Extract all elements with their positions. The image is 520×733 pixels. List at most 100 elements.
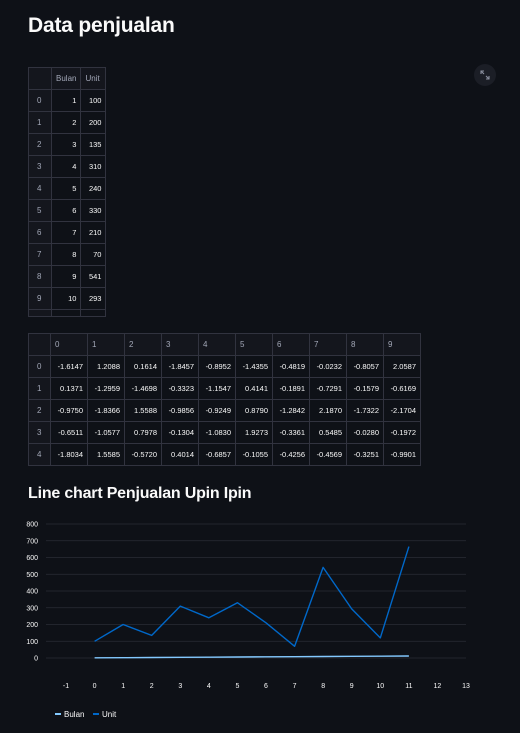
legend-label[interactable]: Unit xyxy=(102,710,117,719)
cell-bulan[interactable]: 7 xyxy=(50,221,82,244)
table-cell[interactable]: 1.5585 xyxy=(87,443,125,466)
table-cell[interactable]: 1.9273 xyxy=(235,421,273,444)
table-row[interactable]: 4 -1.8034 1.5585 -0.5720 0.4014 -0.6857 -0.105… xyxy=(28,443,421,466)
table-row[interactable]: 9 10 293 xyxy=(28,287,107,310)
cell-bulan[interactable]: 4 xyxy=(50,155,82,178)
column-header[interactable]: 5 xyxy=(235,333,273,356)
column-header[interactable]: 4 xyxy=(198,333,236,356)
table-row[interactable]: 8 9 541 xyxy=(28,265,107,288)
table-cell[interactable]: -0.3361 xyxy=(272,421,310,444)
table-cell[interactable]: -0.7291 xyxy=(309,377,347,400)
table-row[interactable]: 0 -1.6147 1.2088 0.1614 -1.8457 -0.8952 -1.435… xyxy=(28,355,421,378)
table-cell[interactable]: -1.8034 xyxy=(50,443,88,466)
table-row[interactable]: 5 6 330 xyxy=(28,199,107,222)
table-cell[interactable]: 0.7978 xyxy=(124,421,162,444)
cell-bulan[interactable]: 10 xyxy=(50,287,82,310)
table-cell[interactable]: -1.0577 xyxy=(87,421,125,444)
column-header[interactable]: 8 xyxy=(346,333,384,356)
table-cell[interactable]: -0.9750 xyxy=(50,399,88,422)
table-cell[interactable]: 1.5588 xyxy=(124,399,162,422)
table-cell[interactable]: -0.3251 xyxy=(346,443,384,466)
table-cell[interactable]: -0.1579 xyxy=(346,377,384,400)
cell-bulan[interactable]: 9 xyxy=(50,265,82,288)
table-cell[interactable]: -0.9901 xyxy=(383,443,421,466)
column-header[interactable]: 6 xyxy=(272,333,310,356)
table-cell[interactable]: -0.4819 xyxy=(272,355,310,378)
table-cell[interactable]: -0.9249 xyxy=(198,399,236,422)
legend-label[interactable]: Bulan xyxy=(64,710,84,719)
table-row[interactable]: 0 1 100 xyxy=(28,89,107,112)
cell-unit[interactable]: 541 xyxy=(80,265,107,288)
cell-unit[interactable]: 240 xyxy=(80,177,107,200)
table-cell[interactable]: -0.1891 xyxy=(272,377,310,400)
table-cell[interactable]: 0.1614 xyxy=(124,355,162,378)
column-header[interactable] xyxy=(28,333,51,356)
table-row[interactable]: 1 0.1371 -1.2959 -1.4698 -0.3323 -1.1547 0.414… xyxy=(28,377,421,400)
table-cell[interactable]: -1.6147 xyxy=(50,355,88,378)
cell-bulan[interactable]: 5 xyxy=(50,177,82,200)
cell-unit[interactable]: 293 xyxy=(80,287,107,310)
table-cell[interactable]: -1.8457 xyxy=(161,355,199,378)
cell-unit[interactable]: 100 xyxy=(80,89,107,112)
table-cell[interactable]: -1.2842 xyxy=(272,399,310,422)
table-row[interactable]: 6 7 210 xyxy=(28,221,107,244)
table-cell[interactable]: -0.8952 xyxy=(198,355,236,378)
table-cell[interactable]: -0.6511 xyxy=(50,421,88,444)
table-row[interactable]: 2 3 135 xyxy=(28,133,107,156)
table-cell[interactable]: -0.9856 xyxy=(161,399,199,422)
cell-unit[interactable]: 70 xyxy=(80,243,107,266)
column-header[interactable]: 2 xyxy=(124,333,162,356)
series-line-unit[interactable] xyxy=(94,546,410,648)
column-header[interactable]: Unit xyxy=(80,67,107,90)
sales-line-chart[interactable]: 0100200300400500600700800-1 0 1 2 3 4 5 6 7 8 9 10 1… xyxy=(0,510,500,730)
table-cell[interactable]: -2.1704 xyxy=(383,399,421,422)
table-row[interactable]: 3 4 310 xyxy=(28,155,107,178)
table-cell[interactable]: -0.0232 xyxy=(309,355,347,378)
table-cell[interactable]: 0.5485 xyxy=(309,421,347,444)
cell-unit[interactable]: 210 xyxy=(80,221,107,244)
table-cell[interactable]: -1.4355 xyxy=(235,355,273,378)
table-cell[interactable]: -0.1055 xyxy=(235,443,273,466)
column-header[interactable]: 1 xyxy=(87,333,125,356)
table-cell[interactable]: 0.4141 xyxy=(235,377,273,400)
table-cell[interactable]: -1.8366 xyxy=(87,399,125,422)
table-cell[interactable]: 1.2088 xyxy=(87,355,125,378)
fullscreen-button[interactable] xyxy=(474,64,496,86)
table-cell[interactable]: -0.8057 xyxy=(346,355,384,378)
cell-bulan[interactable]: 1 xyxy=(50,89,82,112)
table-cell[interactable]: -1.1547 xyxy=(198,377,236,400)
table-row[interactable]: 3 -0.6511 -1.0577 0.7978 -0.1304 -1.0830 1.927… xyxy=(28,421,421,444)
table-cell[interactable]: -0.3323 xyxy=(161,377,199,400)
cell-unit[interactable]: 330 xyxy=(80,199,107,222)
cell-bulan[interactable]: 6 xyxy=(50,199,82,222)
table-cell[interactable]: -1.4698 xyxy=(124,377,162,400)
table-row[interactable]: 1 2 200 xyxy=(28,111,107,134)
column-header[interactable]: 0 xyxy=(50,333,88,356)
sales-dataframe[interactable]: Bulan Unit 0 1 100 1 2 200 2 3 135 3 4 310 4 5 240 5 6 330… xyxy=(28,67,107,317)
table-cell[interactable]: -0.6857 xyxy=(198,443,236,466)
table-cell[interactable]: -1.7322 xyxy=(346,399,384,422)
cell-unit[interactable]: 135 xyxy=(80,133,107,156)
column-header[interactable]: 9 xyxy=(383,333,421,356)
column-header[interactable]: 3 xyxy=(161,333,199,356)
table-cell[interactable]: 0.1371 xyxy=(50,377,88,400)
table-cell[interactable]: 0.8790 xyxy=(235,399,273,422)
table-cell[interactable]: -0.4256 xyxy=(272,443,310,466)
cell-bulan[interactable]: 2 xyxy=(50,111,82,134)
table-cell[interactable]: -0.5720 xyxy=(124,443,162,466)
column-header[interactable]: Bulan xyxy=(50,67,82,90)
cell-unit[interactable]: 200 xyxy=(80,111,107,134)
table-row[interactable]: 7 8 70 xyxy=(28,243,107,266)
cell-bulan[interactable]: 3 xyxy=(50,133,82,156)
table-row[interactable]: 2 -0.9750 -1.8366 1.5588 -0.9856 -0.9249 0.879… xyxy=(28,399,421,422)
table-cell[interactable]: -0.1972 xyxy=(383,421,421,444)
table-row[interactable]: 4 5 240 xyxy=(28,177,107,200)
cell-unit[interactable]: 310 xyxy=(80,155,107,178)
table-cell[interactable]: -0.4569 xyxy=(309,443,347,466)
table-cell[interactable]: -1.0830 xyxy=(198,421,236,444)
column-header[interactable] xyxy=(28,67,52,90)
table-cell[interactable]: 2.0587 xyxy=(383,355,421,378)
table-cell[interactable]: 2.1870 xyxy=(309,399,347,422)
series-line-bulan[interactable] xyxy=(94,655,409,659)
table-cell[interactable]: -1.2959 xyxy=(87,377,125,400)
